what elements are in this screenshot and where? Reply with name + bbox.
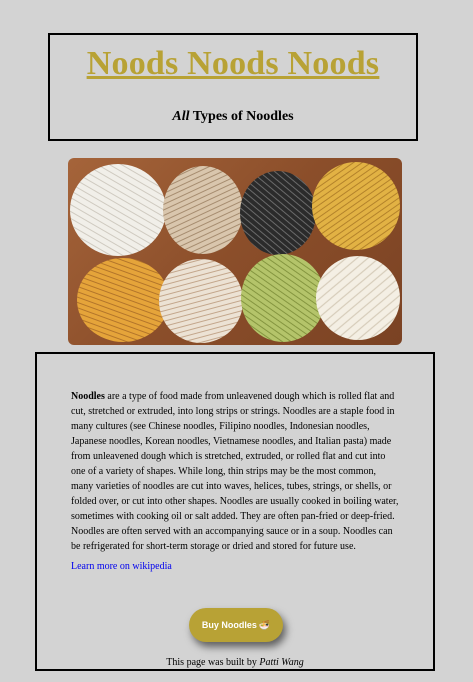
page-credit: This page was built by Patti Wang — [37, 657, 433, 668]
buy-button-label: Buy Noodles — [201, 620, 257, 630]
site-title[interactable]: Noods Noods Noods — [50, 45, 416, 83]
page-subtitle: All Types of Noodles — [50, 109, 416, 125]
noodles-description: Noodles are a type of food made from unl… — [71, 389, 399, 554]
noodle-nests-illustration — [70, 162, 400, 343]
squid-ink-noodle-nest — [240, 171, 316, 255]
buy-noodles-button[interactable]: Buy Noodles 🍜 — [189, 608, 283, 642]
flat-noodle-nest — [316, 256, 400, 340]
description-text: are a type of food made from unleavened … — [71, 391, 399, 552]
subtitle-text: Types of Noodles — [189, 109, 294, 124]
yellow-noodle-nest — [77, 258, 169, 342]
soba-noodle-nest — [163, 166, 243, 254]
noodle-bowl-icon: 🍜 — [258, 619, 271, 630]
egg-noodle-nest — [312, 162, 400, 250]
content-box: Noodles are a type of food made from unl… — [35, 352, 435, 671]
site-title-link[interactable]: Noods Noods Noods — [87, 45, 379, 82]
wikipedia-link[interactable]: Learn more on wikipedia — [71, 561, 172, 572]
subtitle-emphasis: All — [172, 109, 190, 124]
wheat-noodle-nest — [159, 259, 243, 343]
header-box: Noods Noods Noods All Types of Noodles — [48, 33, 418, 141]
rice-noodle-nest — [70, 164, 166, 256]
credit-prefix: This page was built by — [166, 657, 260, 668]
lead-word: Noodles — [71, 391, 105, 402]
spinach-noodle-nest — [241, 254, 325, 342]
noodles-hero-image — [68, 158, 402, 345]
credit-author: Patti Wang — [259, 657, 304, 668]
